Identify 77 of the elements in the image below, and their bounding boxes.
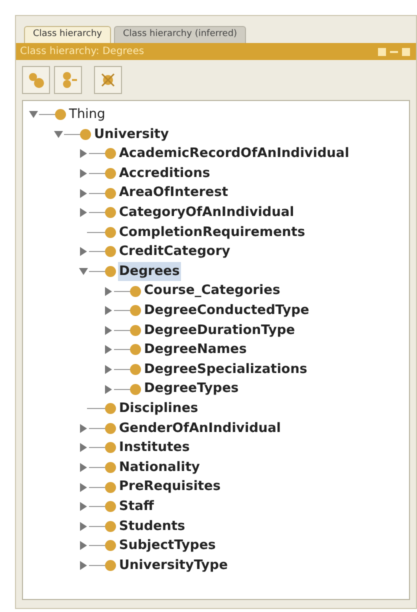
collapse-icon[interactable] [29,110,38,120]
class-icon [105,540,116,552]
delete-class-button[interactable] [94,66,122,94]
expand-icon[interactable] [79,443,88,452]
expand-icon[interactable] [79,247,88,256]
class-icon [105,560,116,571]
crossed-circle-icon [99,71,117,89]
class-icon [105,246,116,258]
tree-item[interactable]: Accreditions [118,164,212,184]
expand-icon[interactable] [79,149,88,158]
class-icon [80,128,91,140]
expand-icon[interactable] [79,522,88,531]
class-icon [130,305,141,316]
circles-icon [27,71,45,89]
expand-icon[interactable] [104,286,113,296]
class-icon [130,384,141,395]
expand-icon[interactable] [79,502,88,512]
tree-item[interactable]: Thing [68,105,106,125]
expand-icon[interactable] [79,424,88,433]
class-icon [105,501,116,512]
class-icon [105,482,116,493]
tree-item[interactable]: UniversityType [118,556,229,576]
class-icon [105,403,116,414]
tree-item[interactable]: AreaOfInterest [118,183,230,203]
expand-icon[interactable] [79,462,88,472]
view-controls-icon [378,48,412,56]
class-icon [105,422,116,434]
expand-icon[interactable] [79,541,88,550]
tree-item[interactable]: DegreeConductedType [143,300,310,320]
class-icon [55,109,66,120]
tree-item[interactable]: PreRequisites [118,477,222,497]
tree-item[interactable]: CreditCategory [118,242,232,262]
class-icon [105,226,116,238]
view-title: Class hierarchy: Degrees [20,45,144,59]
class-icon [105,168,116,180]
tree-item[interactable]: Institutes [118,438,191,458]
expand-icon[interactable] [104,365,113,374]
tree-item[interactable]: Course_Categories [143,281,282,301]
expand-icon[interactable] [104,384,113,394]
tree-item[interactable]: DegreeNames [143,340,248,360]
tree-item[interactable]: Nationality [118,458,201,478]
tree-item[interactable]: Students [118,516,186,536]
tree-item[interactable]: SubjectTypes [118,536,217,556]
tree-item[interactable]: AcademicRecordOfAnIndividual [118,144,350,164]
tree-item[interactable]: DegreeSpecializations [143,360,308,380]
expand-icon[interactable] [104,345,113,354]
collapse-icon[interactable] [79,267,88,276]
class-icon [130,344,141,356]
class-icon [130,364,141,376]
tree-item[interactable]: DegreeDurationType [143,320,296,340]
tree-item[interactable]: Degrees [118,262,181,282]
expand-icon[interactable] [104,326,113,335]
tree-item[interactable]: CompletionRequirements [118,222,306,242]
tree-item[interactable]: DegreeTypes [143,379,240,399]
tree-item[interactable]: Disciplines [118,398,200,418]
tree-item[interactable]: University [93,124,170,144]
tree-item[interactable]: GenderOfAnIndividual [118,418,282,438]
tree-item[interactable]: Staff [118,496,155,516]
expand-icon[interactable] [79,188,88,198]
expand-icon[interactable] [79,560,88,570]
class-icon [105,442,116,454]
class-icon [105,207,116,218]
expand-icon[interactable] [79,482,88,492]
expand-icon[interactable] [79,169,88,178]
class-icon [105,188,116,199]
expand-icon[interactable] [79,208,88,218]
expand-icon[interactable] [104,306,113,316]
class-icon [105,266,116,278]
class-icon [130,286,141,297]
class-icon [130,324,141,336]
tab[interactable]: Class hierarchy [24,26,111,43]
tree-item[interactable]: CategoryOfAnIndividual [118,203,296,223]
collapse-icon[interactable] [54,130,63,139]
tab[interactable]: Class hierarchy (inferred) [114,26,246,43]
class-icon [105,462,116,473]
class-icon [105,520,116,532]
class-icon [105,148,116,160]
